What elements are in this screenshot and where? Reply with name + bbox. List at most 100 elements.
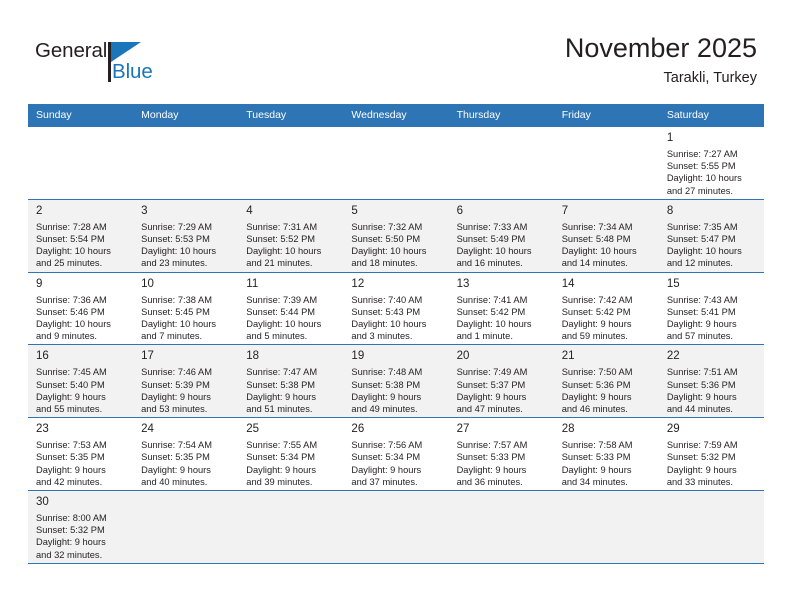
calendar-cell-inner: 10 Sunrise: 7:38 AM Sunset: 5:45 PM Dayli… (133, 272, 239, 345)
calendar-day-cell[interactable]: 11 Sunrise: 7:39 AM Sunset: 5:44 PM Dayli… (238, 271, 344, 346)
calendar-day-cell[interactable]: 16 Sunrise: 7:45 AM Sunset: 5:40 PM Dayli… (28, 344, 134, 419)
day-number: 19 (351, 350, 365, 363)
calendar-day-cell[interactable]: 6 Sunrise: 7:33 AM Sunset: 5:49 PM Daylig… (448, 198, 554, 273)
calendar-day-cell[interactable]: 1 Sunrise: 7:27 AM Sunset: 5:55 PM Daylig… (658, 126, 764, 200)
calendar-day-cell[interactable]: 20 Sunrise: 7:49 AM Sunset: 5:37 PM Dayli… (448, 344, 554, 419)
sun-times-detail: Sunrise: 7:50 AM Sunset: 5:36 PM Dayligh… (561, 367, 633, 415)
calendar-day-cell[interactable]: 5 Sunrise: 7:32 AM Sunset: 5:50 PM Daylig… (343, 198, 449, 273)
calendar-cell-inner: 13 Sunrise: 7:41 AM Sunset: 5:42 PM Dayli… (448, 272, 554, 345)
calendar-cell-inner: 18 Sunrise: 7:47 AM Sunset: 5:38 PM Dayli… (238, 345, 344, 418)
calendar-day-cell[interactable]: 13 Sunrise: 7:41 AM Sunset: 5:42 PM Dayli… (448, 271, 554, 346)
calendar-header-row: Sunday Monday Tuesday Wednesday Thursday… (28, 104, 764, 127)
calendar-day-cell[interactable]: 30 Sunrise: 8:00 AM Sunset: 5:32 PM Dayli… (28, 490, 134, 564)
calendar-day-cell[interactable]: 3 Sunrise: 7:29 AM Sunset: 5:53 PM Daylig… (133, 198, 239, 273)
calendar-cell-inner: 22 Sunrise: 7:51 AM Sunset: 5:36 PM Dayli… (658, 345, 764, 418)
page-header: General Blue November 2025 Tarakli, Turk… (0, 0, 792, 104)
sun-times-detail: Sunrise: 7:40 AM Sunset: 5:43 PM Dayligh… (351, 294, 427, 342)
day-number: 7 (561, 204, 569, 217)
calendar-cell-inner: 7 Sunrise: 7:34 AM Sunset: 5:48 PM Daylig… (553, 199, 659, 272)
calendar-cell-inner (448, 127, 554, 199)
calendar-day-cell[interactable]: 9 Sunrise: 7:36 AM Sunset: 5:46 PM Daylig… (28, 271, 134, 346)
sun-times-detail: Sunrise: 7:54 AM Sunset: 5:35 PM Dayligh… (141, 440, 212, 487)
calendar-body: 1 Sunrise: 7:27 AM Sunset: 5:55 PM Daylig… (28, 126, 764, 564)
calendar-cell-empty (133, 126, 239, 200)
logo-text-general: General (35, 39, 108, 62)
day-number: 18 (246, 350, 260, 363)
calendar-day-cell[interactable]: 26 Sunrise: 7:56 AM Sunset: 5:34 PM Dayli… (343, 417, 449, 492)
calendar-day-cell[interactable]: 7 Sunrise: 7:34 AM Sunset: 5:48 PM Daylig… (553, 198, 659, 273)
calendar-day-cell[interactable]: 27 Sunrise: 7:57 AM Sunset: 5:33 PM Dayli… (448, 417, 554, 492)
calendar-cell-empty (238, 126, 344, 200)
calendar-week-row: 16 Sunrise: 7:45 AM Sunset: 5:40 PM Dayli… (28, 344, 764, 419)
day-number: 26 (351, 423, 365, 436)
page-title: November 2025 (564, 33, 757, 63)
calendar-cell-inner (238, 127, 344, 199)
day-number: 9 (36, 277, 43, 290)
day-number: 29 (666, 423, 680, 436)
calendar-day-cell[interactable]: 4 Sunrise: 7:31 AM Sunset: 5:52 PM Daylig… (238, 198, 344, 273)
weekday-header-thursday: Thursday (448, 104, 554, 127)
sun-times-detail: Sunrise: 7:32 AM Sunset: 5:50 PM Dayligh… (351, 221, 427, 269)
calendar-day-cell[interactable]: 15 Sunrise: 7:43 AM Sunset: 5:41 PM Dayli… (658, 271, 764, 346)
calendar-day-cell[interactable]: 17 Sunrise: 7:46 AM Sunset: 5:39 PM Dayli… (133, 344, 239, 419)
calendar-week-row: 2 Sunrise: 7:28 AM Sunset: 5:54 PM Daylig… (28, 198, 764, 273)
calendar-cell-inner: 20 Sunrise: 7:49 AM Sunset: 5:37 PM Dayli… (448, 345, 554, 418)
calendar-day-cell[interactable]: 2 Sunrise: 7:28 AM Sunset: 5:54 PM Daylig… (28, 198, 134, 273)
day-number: 11 (246, 277, 259, 290)
sun-times-detail: Sunrise: 7:39 AM Sunset: 5:44 PM Dayligh… (246, 294, 322, 342)
calendar-day-cell[interactable]: 25 Sunrise: 7:55 AM Sunset: 5:34 PM Dayli… (238, 417, 344, 492)
calendar-day-cell[interactable]: 21 Sunrise: 7:50 AM Sunset: 5:36 PM Dayli… (553, 344, 659, 419)
calendar-cell-empty (448, 490, 554, 564)
calendar-day-cell[interactable]: 12 Sunrise: 7:40 AM Sunset: 5:43 PM Dayli… (343, 271, 449, 346)
calendar-cell-inner (343, 127, 449, 199)
sun-times-detail: Sunrise: 7:34 AM Sunset: 5:48 PM Dayligh… (561, 221, 637, 269)
day-number: 1 (666, 132, 674, 144)
sun-times-detail: Sunrise: 7:48 AM Sunset: 5:38 PM Dayligh… (351, 367, 423, 415)
calendar-cell-empty (133, 490, 239, 564)
day-number: 27 (456, 423, 470, 436)
sun-times-detail: Sunrise: 7:28 AM Sunset: 5:54 PM Dayligh… (36, 221, 111, 269)
calendar-week-row: 30 Sunrise: 8:00 AM Sunset: 5:32 PM Dayli… (28, 490, 764, 564)
sun-times-detail: Sunrise: 7:55 AM Sunset: 5:34 PM Dayligh… (246, 440, 318, 487)
calendar-cell-inner: 14 Sunrise: 7:42 AM Sunset: 5:42 PM Dayli… (553, 272, 659, 345)
calendar-week-row: 9 Sunrise: 7:36 AM Sunset: 5:46 PM Daylig… (28, 271, 764, 346)
calendar-cell-empty (343, 490, 449, 564)
calendar-cell-empty (448, 126, 554, 200)
weekday-header-sunday: Sunday (28, 104, 134, 127)
calendar-cell-inner (448, 491, 554, 563)
calendar-day-cell[interactable]: 19 Sunrise: 7:48 AM Sunset: 5:38 PM Dayli… (343, 344, 449, 419)
sun-times-detail: Sunrise: 7:42 AM Sunset: 5:42 PM Dayligh… (561, 294, 633, 342)
day-number: 10 (141, 277, 154, 290)
day-number: 30 (36, 496, 49, 509)
day-number: 8 (666, 204, 674, 217)
day-number: 22 (666, 350, 680, 363)
sun-times-detail: Sunrise: 7:29 AM Sunset: 5:53 PM Dayligh… (141, 221, 217, 269)
calendar-day-cell[interactable]: 28 Sunrise: 7:58 AM Sunset: 5:33 PM Dayli… (553, 417, 659, 492)
calendar-cell-inner: 26 Sunrise: 7:56 AM Sunset: 5:34 PM Dayli… (343, 418, 449, 491)
calendar-cell-inner: 28 Sunrise: 7:58 AM Sunset: 5:33 PM Dayli… (553, 418, 659, 491)
calendar-cell-inner: 16 Sunrise: 7:45 AM Sunset: 5:40 PM Dayli… (28, 345, 134, 418)
day-number: 6 (456, 204, 463, 217)
calendar-cell-inner: 5 Sunrise: 7:32 AM Sunset: 5:50 PM Daylig… (343, 199, 449, 272)
sun-times-detail: Sunrise: 7:58 AM Sunset: 5:33 PM Dayligh… (561, 440, 633, 487)
calendar-week-row: 23 Sunrise: 7:53 AM Sunset: 5:35 PM Dayli… (28, 417, 764, 492)
calendar-cell-inner: 23 Sunrise: 7:53 AM Sunset: 5:35 PM Dayli… (28, 418, 134, 491)
calendar-day-cell[interactable]: 23 Sunrise: 7:53 AM Sunset: 5:35 PM Dayli… (28, 417, 134, 492)
calendar-cell-empty (28, 126, 134, 200)
calendar-day-cell[interactable]: 8 Sunrise: 7:35 AM Sunset: 5:47 PM Daylig… (658, 198, 764, 273)
weekday-header-monday: Monday (133, 104, 239, 127)
day-number: 13 (456, 277, 470, 290)
calendar-day-cell[interactable]: 10 Sunrise: 7:38 AM Sunset: 5:45 PM Dayli… (133, 271, 239, 346)
day-number: 20 (456, 350, 470, 363)
sun-times-detail: Sunrise: 7:41 AM Sunset: 5:42 PM Dayligh… (456, 294, 532, 342)
day-number: 21 (561, 350, 575, 363)
calendar-cell-inner (28, 127, 134, 199)
calendar-day-cell[interactable]: 22 Sunrise: 7:51 AM Sunset: 5:36 PM Dayli… (658, 344, 764, 419)
calendar-day-cell[interactable]: 24 Sunrise: 7:54 AM Sunset: 5:35 PM Dayli… (133, 417, 239, 492)
sun-times-detail: Sunrise: 7:57 AM Sunset: 5:33 PM Dayligh… (456, 440, 528, 487)
calendar-cell-empty (658, 490, 764, 564)
calendar-day-cell[interactable]: 14 Sunrise: 7:42 AM Sunset: 5:42 PM Dayli… (553, 271, 659, 346)
calendar-day-cell[interactable]: 29 Sunrise: 7:59 AM Sunset: 5:32 PM Dayli… (658, 417, 764, 492)
weekday-header-tuesday: Tuesday (238, 104, 344, 127)
calendar-day-cell[interactable]: 18 Sunrise: 7:47 AM Sunset: 5:38 PM Dayli… (238, 344, 344, 419)
